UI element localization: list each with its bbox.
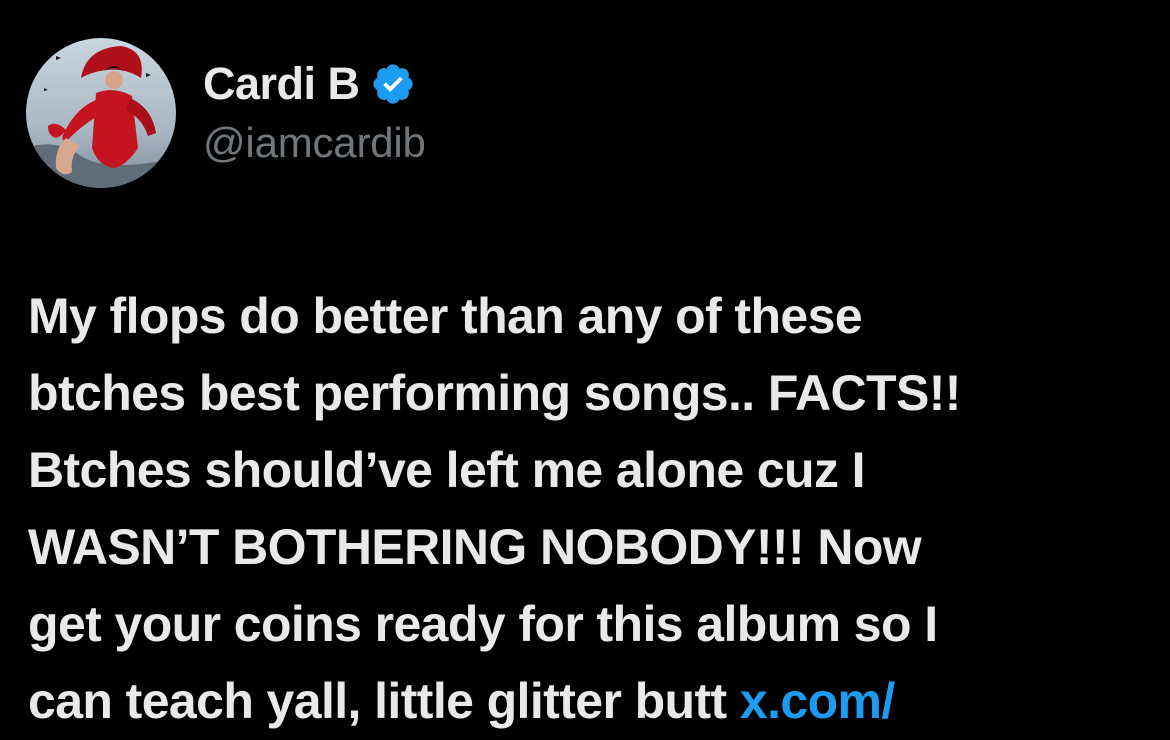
tweet-text: My flops do better than any of these btc… [28, 278, 1153, 740]
avatar[interactable] [26, 38, 176, 188]
tweet-link[interactable]: x.com/ [740, 673, 895, 729]
tweet-line-2: btches best performing songs.. FACTS!! [28, 365, 961, 421]
display-name[interactable]: Cardi B [203, 58, 360, 110]
tweet-line-5: get your coins ready for this album so I [28, 596, 938, 652]
tweet-line-1: My flops do better than any of these [28, 288, 863, 344]
name-row: Cardi B [203, 55, 426, 113]
tweet-line-6-text: can teach yall, little glitter butt [28, 673, 740, 729]
verified-badge-icon[interactable] [370, 61, 416, 107]
tweet-line-3: Btches should’ve left me alone cuz I [28, 442, 866, 498]
avatar-image [26, 38, 176, 188]
tweet: Cardi B @iamcardib My flops do better th… [0, 0, 1170, 729]
author-block: Cardi B @iamcardib [203, 55, 426, 167]
handle[interactable]: @iamcardib [203, 119, 426, 167]
tweet-line-6: can teach yall, little glitter butt x.co… [28, 663, 1153, 740]
tweet-line-4: WASN’T BOTHERING NOBODY!!! Now [28, 519, 922, 575]
